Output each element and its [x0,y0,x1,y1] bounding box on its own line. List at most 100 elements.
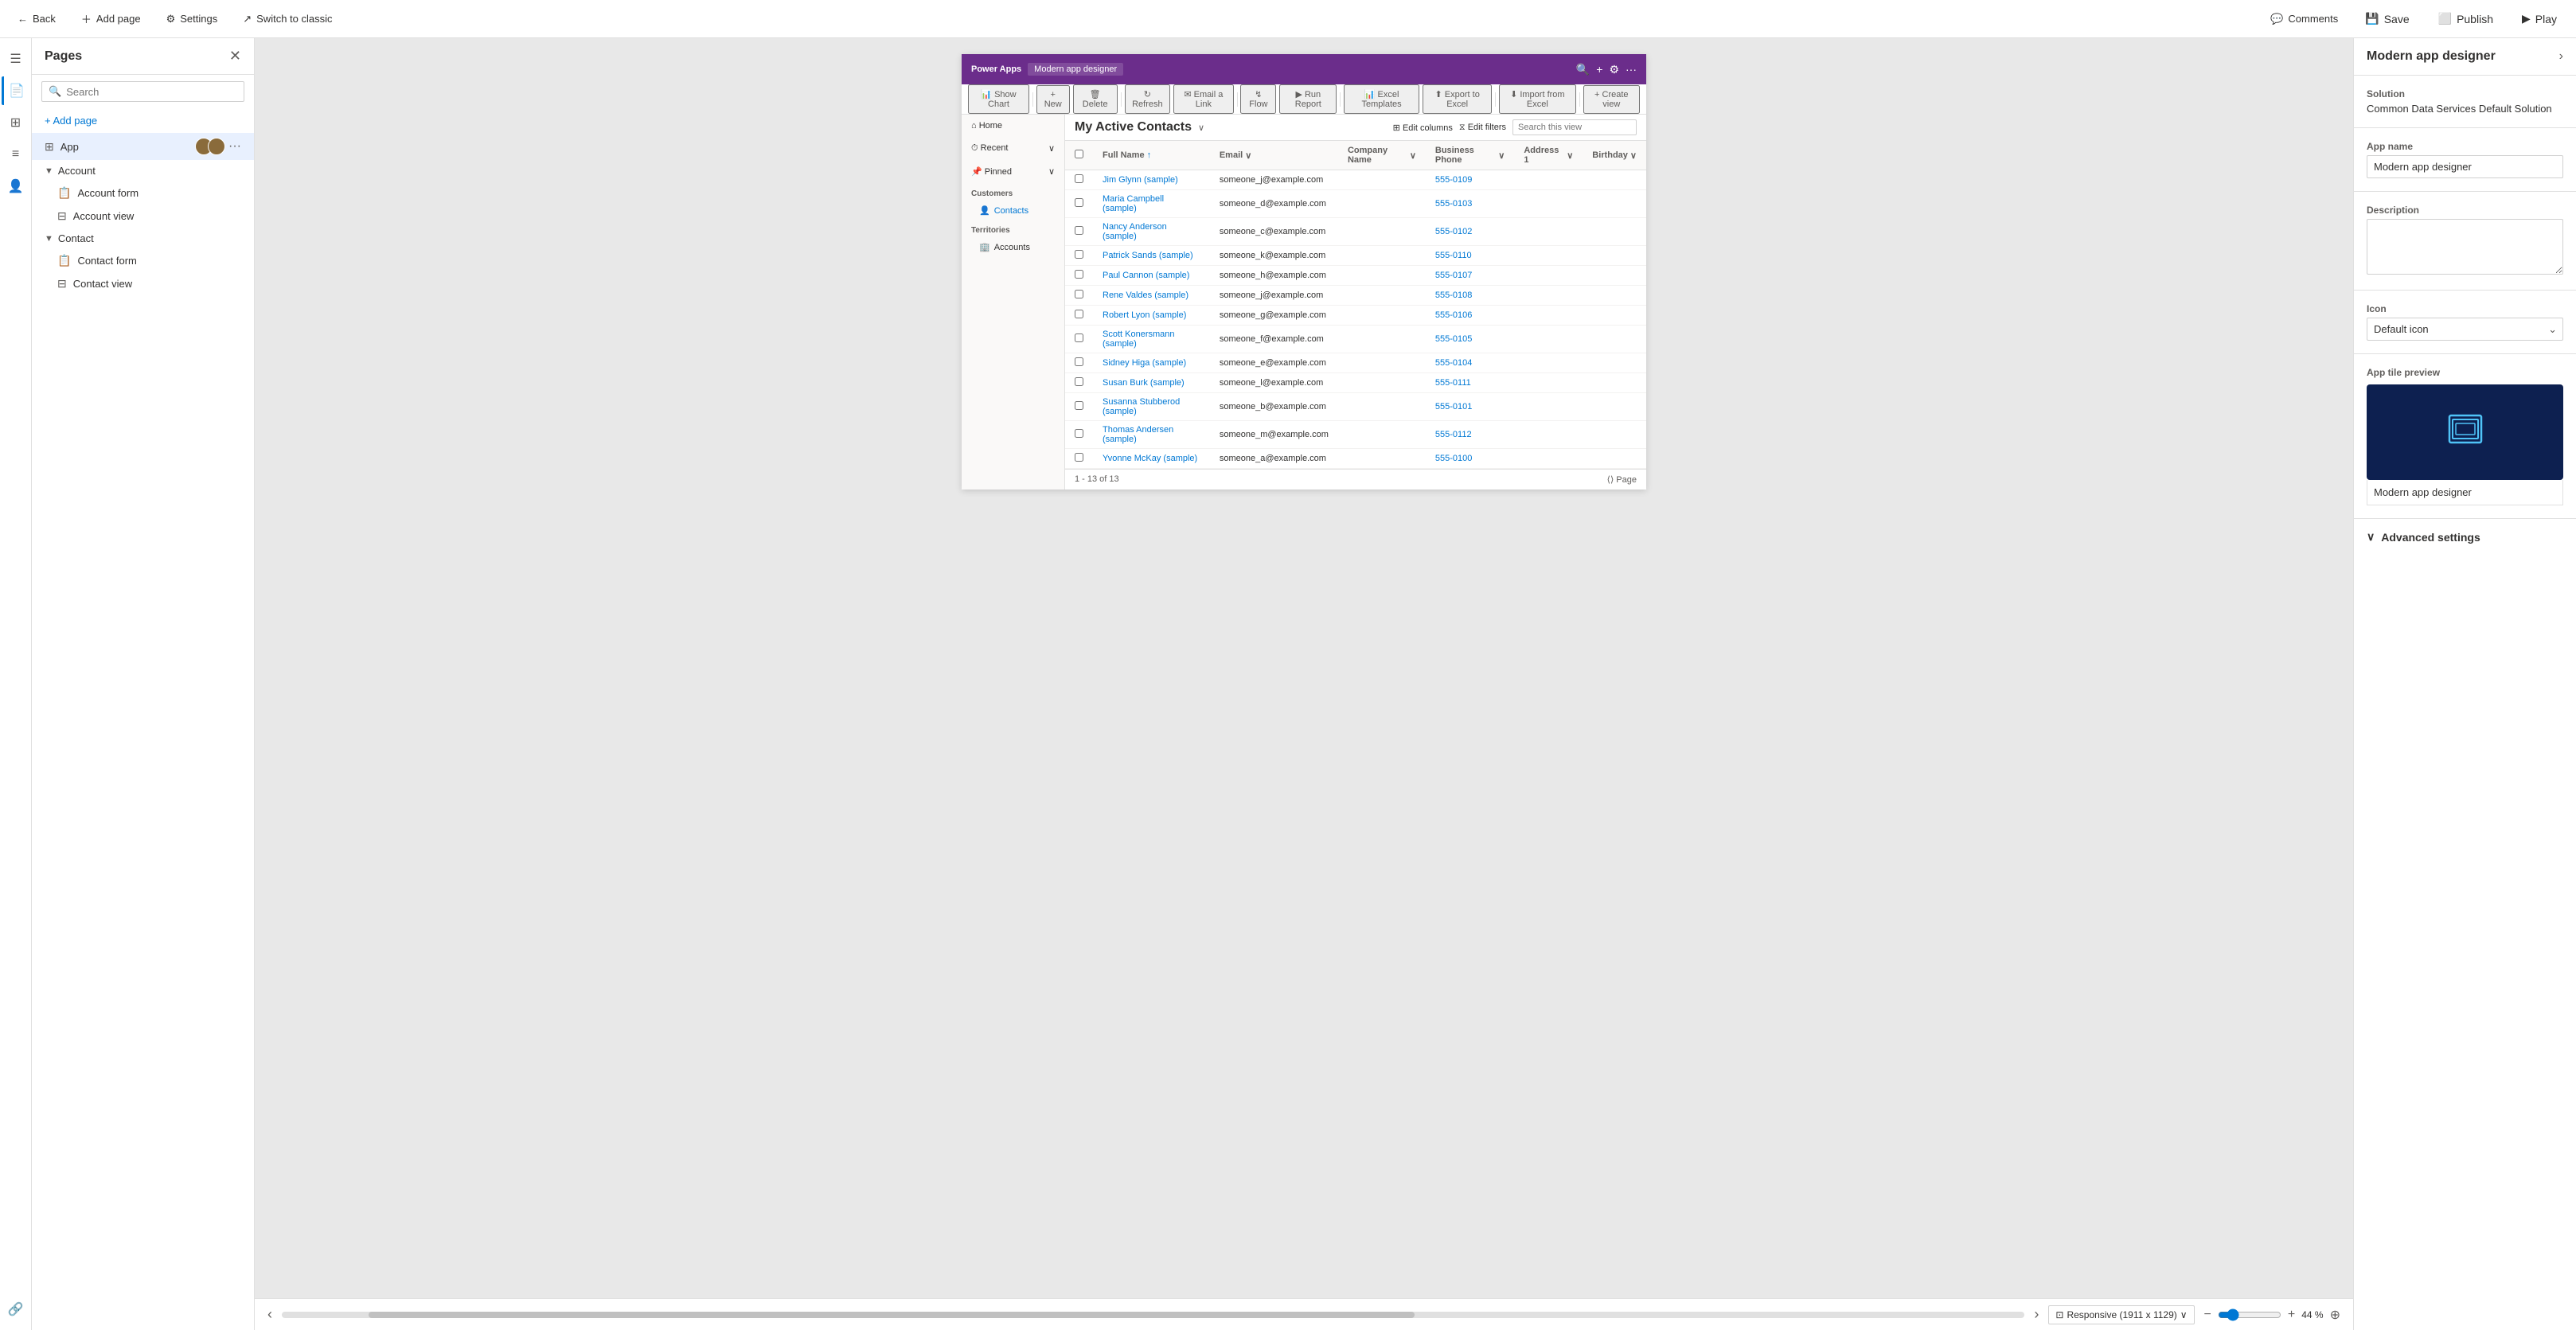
pagination-controls[interactable]: ⟨⟩ Page [1607,474,1637,485]
preview-nav-flow[interactable]: ↯ Flow [1240,84,1276,114]
address-col-header[interactable]: Address 1 ∨ [1514,141,1583,170]
row-select[interactable] [1065,218,1093,246]
row-select[interactable] [1065,373,1093,393]
sidebar-icon-data[interactable]: ⊞ [2,108,30,137]
row-name[interactable]: Nancy Anderson (sample) [1093,218,1210,246]
row-select[interactable] [1065,353,1093,373]
row-name[interactable]: Robert Lyon (sample) [1093,306,1210,326]
nav-item-contact-form[interactable]: 📋 Contact form [32,249,254,272]
canvas-frame[interactable]: Power Apps Modern app designer 🔍 + ⚙ ···… [255,38,2353,1298]
table-row[interactable]: Yvonne McKay (sample) someone_a@example.… [1065,449,1646,469]
table-row[interactable]: Jim Glynn (sample) someone_j@example.com… [1065,170,1646,190]
row-select[interactable] [1065,190,1093,218]
preview-nav-import-excel[interactable]: ⬇ Import from Excel [1499,84,1576,114]
row-name[interactable]: Paul Cannon (sample) [1093,266,1210,286]
birthday-col-header[interactable]: Birthday ∨ [1583,141,1646,170]
select-all-checkbox[interactable] [1075,150,1083,158]
nav-item-contact-view[interactable]: ⊟ Contact view [32,272,254,295]
row-select[interactable] [1065,246,1093,266]
row-select[interactable] [1065,449,1093,469]
save-button[interactable]: 💾 Save [2359,9,2415,29]
pages-panel-close[interactable]: ✕ [229,48,241,64]
preview-nav-export-excel[interactable]: ⬆ Export to Excel [1423,84,1492,114]
sidebar-icon-people[interactable]: 👤 [2,172,30,201]
nav-group-account[interactable]: ▼ Account [32,160,254,181]
nav-item-app[interactable]: ⊞ App ··· [32,133,254,160]
preview-nav-refresh[interactable]: ↻ Refresh [1125,84,1171,114]
preview-nav-create-view[interactable]: + Create view [1583,85,1640,114]
row-name[interactable]: Patrick Sands (sample) [1093,246,1210,266]
preview-nav-new[interactable]: + New [1036,85,1070,114]
table-row[interactable]: Thomas Andersen (sample) someone_m@examp… [1065,421,1646,449]
table-row[interactable]: Susanna Stubberod (sample) someone_b@exa… [1065,393,1646,421]
advanced-settings-header[interactable]: ∨ Advanced settings [2354,519,2576,555]
sidebar-home[interactable]: ⌂ Home [962,115,1064,137]
preview-nav-run-report[interactable]: ▶ Run Report [1279,84,1337,114]
row-name[interactable]: Susanna Stubberod (sample) [1093,393,1210,421]
table-row[interactable]: Susan Burk (sample) someone_l@example.co… [1065,373,1646,393]
search-this-view[interactable] [1512,119,1637,135]
description-textarea[interactable] [2367,219,2563,275]
row-select[interactable] [1065,306,1093,326]
table-row[interactable]: Scott Konersmann (sample) someone_f@exam… [1065,326,1646,353]
row-name[interactable]: Maria Campbell (sample) [1093,190,1210,218]
row-select[interactable] [1065,170,1093,190]
row-name[interactable]: Jim Glynn (sample) [1093,170,1210,190]
sidebar-recent[interactable]: ⏱ Recent ∨ [962,137,1064,160]
nav-item-account-form[interactable]: 📋 Account form [32,181,254,205]
row-select[interactable] [1065,326,1093,353]
preview-nav-show-chart[interactable]: 📊 Show Chart [968,84,1029,114]
sidebar-contacts[interactable]: 👤 Contacts [962,201,1064,220]
add-page-button[interactable]: ＋ Add page [76,8,146,29]
table-row[interactable]: Patrick Sands (sample) someone_k@example… [1065,246,1646,266]
settings-button[interactable]: ⚙ Settings [162,10,223,29]
app-more-button[interactable]: ··· [228,138,241,155]
back-button[interactable]: ← Back [13,10,60,28]
fit-to-window-button[interactable]: ⊕ [2330,1307,2340,1323]
edit-filters-btn[interactable]: ⧖ Edit filters [1459,123,1506,133]
zoom-out-button[interactable]: − [2204,1308,2211,1322]
table-row[interactable]: Sidney Higa (sample) someone_e@example.c… [1065,353,1646,373]
add-page-btn[interactable]: + Add page [32,108,254,133]
sidebar-accounts[interactable]: 🏢 Accounts [962,238,1064,256]
sidebar-icon-flows[interactable]: ≡ [2,140,30,169]
row-name[interactable]: Yvonne McKay (sample) [1093,449,1210,469]
nav-item-account-view[interactable]: ⊟ Account view [32,205,254,228]
sidebar-icon-connections[interactable]: 🔗 [2,1295,30,1324]
preview-content[interactable]: Full Name ↑ Email ∨ Company Name ∨ Busin… [1065,141,1646,489]
zoom-in-button[interactable]: + [2288,1308,2295,1322]
sidebar-icon-menu[interactable]: ☰ [2,45,30,73]
row-name[interactable]: Thomas Andersen (sample) [1093,421,1210,449]
row-select[interactable] [1065,266,1093,286]
table-row[interactable]: Paul Cannon (sample) someone_h@example.c… [1065,266,1646,286]
table-row[interactable]: Robert Lyon (sample) someone_g@example.c… [1065,306,1646,326]
company-col-header[interactable]: Company Name ∨ [1338,141,1426,170]
fullname-col-header[interactable]: Full Name ↑ [1093,141,1210,170]
row-select[interactable] [1065,286,1093,306]
edit-columns-btn[interactable]: ⊞ Edit columns [1393,123,1453,133]
table-row[interactable]: Rene Valdes (sample) someone_j@example.c… [1065,286,1646,306]
right-panel-expand[interactable]: › [2559,49,2563,64]
row-name[interactable]: Sidney Higa (sample) [1093,353,1210,373]
publish-button[interactable]: ⬜ Publish [2432,9,2500,29]
row-select[interactable] [1065,421,1093,449]
row-name[interactable]: Scott Konersmann (sample) [1093,326,1210,353]
canvas-scroll-left[interactable]: ‹ [267,1306,272,1323]
row-name[interactable]: Susan Burk (sample) [1093,373,1210,393]
email-col-header[interactable]: Email ∨ [1210,141,1338,170]
canvas-scroll-right[interactable]: › [2034,1306,2039,1323]
preview-nav-email[interactable]: ✉ Email a Link [1173,84,1233,114]
preview-nav-excel-templates[interactable]: 📊 Excel Templates [1344,84,1419,114]
preview-nav-delete[interactable]: 🗑 Delete [1073,84,1118,114]
table-row[interactable]: Maria Campbell (sample) someone_d@exampl… [1065,190,1646,218]
app-name-input[interactable] [2367,155,2563,178]
phone-col-header[interactable]: Business Phone ∨ [1426,141,1514,170]
row-select[interactable] [1065,393,1093,421]
play-button[interactable]: ▶ Play [2516,9,2563,29]
zoom-slider[interactable] [2218,1309,2281,1321]
switch-classic-button[interactable]: ↗ Switch to classic [238,10,337,29]
table-row[interactable]: Nancy Anderson (sample) someone_c@exampl… [1065,218,1646,246]
nav-group-contact[interactable]: ▼ Contact [32,228,254,249]
comments-button[interactable]: 💬 Comments [2266,10,2343,29]
scrollbar-track[interactable] [282,1312,2024,1318]
